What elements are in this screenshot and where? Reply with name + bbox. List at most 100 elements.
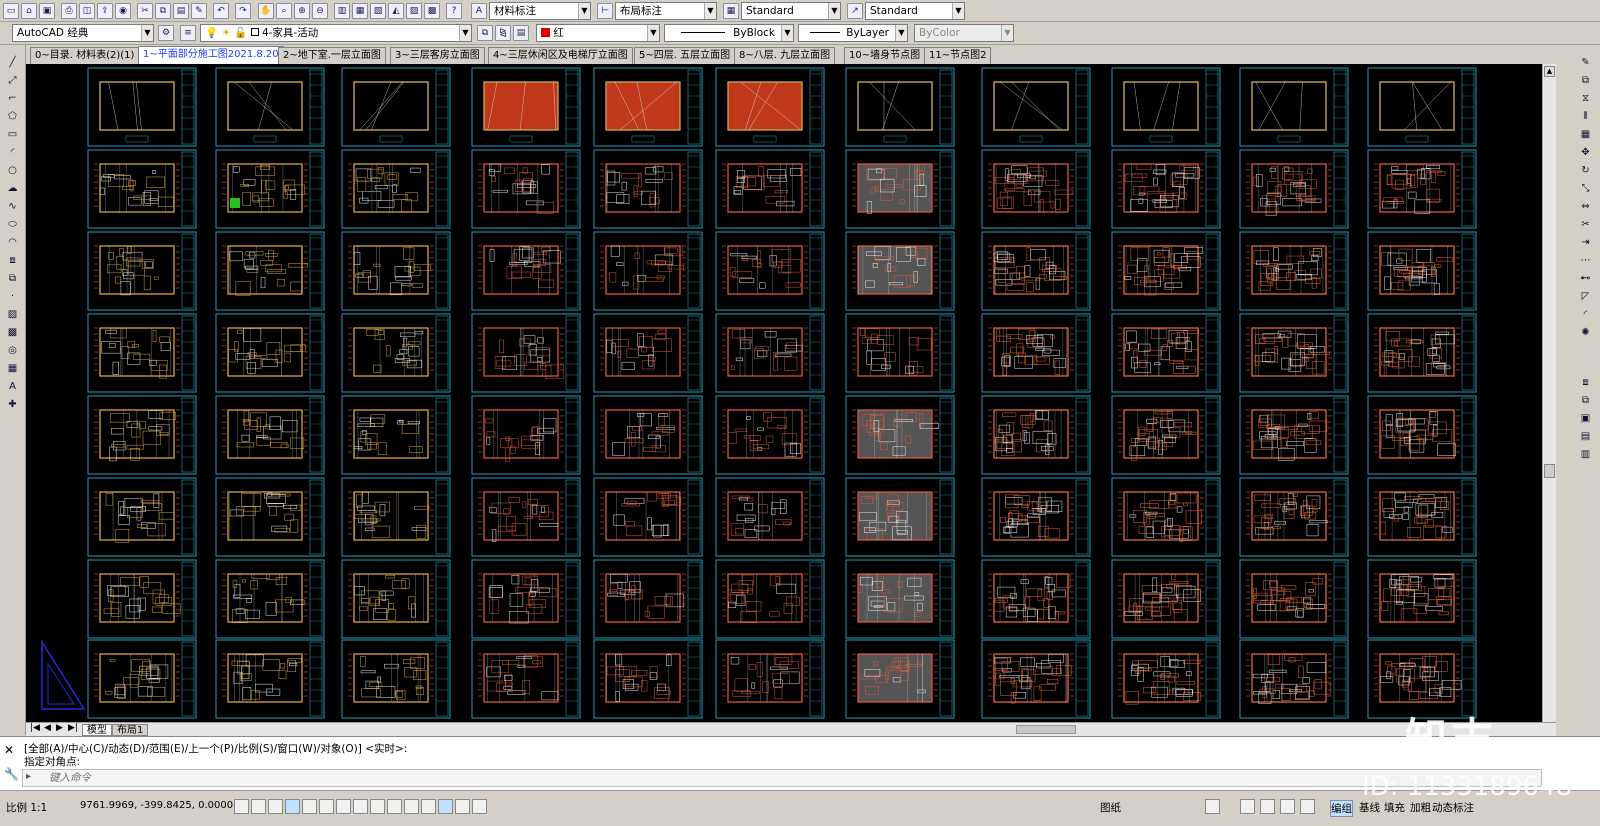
stretch-icon[interactable]: ⇔ — [1578, 199, 1593, 214]
drawing-sheet[interactable] — [593, 639, 703, 719]
drawing-sheet[interactable] — [1367, 559, 1477, 639]
drawing-sheet[interactable] — [471, 149, 581, 229]
move-icon[interactable]: ✥ — [1578, 145, 1593, 160]
drawing-sheet[interactable] — [87, 67, 197, 147]
properties-icon[interactable]: ▥ — [334, 3, 350, 19]
drawing-sheet[interactable] — [1239, 559, 1349, 639]
drawing-sheet[interactable] — [593, 395, 703, 475]
polyline-icon[interactable]: ⌐ — [5, 91, 20, 106]
drawing-sheet[interactable] — [341, 149, 451, 229]
drawing-sheet[interactable] — [593, 313, 703, 393]
drawing-sheet[interactable] — [593, 477, 703, 557]
drawing-sheet[interactable] — [341, 559, 451, 639]
chamfer-icon[interactable]: ◸ — [1578, 289, 1593, 304]
help-icon[interactable]: ? — [446, 3, 462, 19]
mtext-icon[interactable]: A — [5, 379, 20, 394]
vertical-scroll-thumb[interactable] — [1544, 464, 1555, 478]
drawing-sheet[interactable] — [845, 231, 955, 311]
ortho-mode-icon[interactable] — [285, 799, 300, 814]
object-snap-tracking-icon[interactable] — [353, 799, 368, 814]
close-icon[interactable]: ✕ — [4, 743, 14, 757]
make-current-layer-icon[interactable]: ⧉ — [477, 25, 493, 41]
tool-palettes-icon[interactable]: ▧ — [370, 3, 386, 19]
spline-icon[interactable]: ∿ — [5, 199, 20, 214]
construction-line-icon[interactable]: ⤢ — [5, 73, 20, 88]
layout1-tab[interactable]: 布局1 — [112, 724, 149, 736]
file-tab-5[interactable]: 5~四层. 五层立面图 — [634, 47, 736, 64]
drawing-sheet[interactable] — [1239, 313, 1349, 393]
drawing-sheet[interactable] — [1239, 231, 1349, 311]
save-icon[interactable]: ▣ — [39, 3, 55, 19]
drawing-sheet[interactable] — [1111, 395, 1221, 475]
drawing-sheet[interactable] — [215, 313, 325, 393]
pan-icon[interactable]: ✋ — [258, 3, 274, 19]
drawing-sheet[interactable] — [1367, 313, 1477, 393]
drawing-sheet[interactable] — [715, 559, 825, 639]
drawing-sheet[interactable] — [715, 395, 825, 475]
drawing-sheet[interactable] — [87, 559, 197, 639]
drawing-canvas[interactable] — [26, 64, 1542, 722]
drawing-sheet[interactable] — [715, 313, 825, 393]
drawing-sheet[interactable] — [1239, 67, 1349, 147]
drawing-sheet[interactable] — [1111, 231, 1221, 311]
drawing-sheet[interactable] — [471, 639, 581, 719]
revcloud-icon[interactable]: ☁ — [5, 181, 20, 196]
drawing-sheet[interactable] — [845, 559, 955, 639]
file-tab-0[interactable]: 0~目录. 材料表(2)(1) — [30, 47, 140, 64]
file-tab-1[interactable]: 1~平面部分施工图2021.8.20 — [138, 46, 284, 64]
drawing-sheet[interactable] — [471, 395, 581, 475]
break-icon[interactable]: ⋯ — [1578, 253, 1593, 268]
lineweight-select[interactable]: ByLayer ▼ — [798, 24, 908, 42]
zoom-previous-icon[interactable]: ⊖ — [312, 3, 328, 19]
drawing-sheet[interactable] — [715, 231, 825, 311]
drawing-sheet[interactable] — [215, 67, 325, 147]
quick-properties-icon[interactable] — [438, 799, 453, 814]
copy-object-icon[interactable]: ⧉ — [1578, 73, 1593, 88]
dynamic-input-icon[interactable] — [387, 799, 402, 814]
next-tab-icon[interactable]: ▶ — [56, 723, 63, 733]
layer-properties-icon[interactable]: ≡ — [180, 25, 196, 41]
drawing-sheet[interactable] — [87, 149, 197, 229]
vertical-scrollbar[interactable]: ▲ — [1542, 64, 1556, 722]
file-tab-3[interactable]: 3~三层客房立面图 — [390, 47, 485, 64]
point-icon[interactable]: · — [5, 289, 20, 304]
lineweight-toggle-icon[interactable] — [404, 799, 419, 814]
drawing-sheet[interactable] — [981, 639, 1091, 719]
erase-icon[interactable]: ✎ — [1578, 55, 1593, 70]
drawing-sheet[interactable] — [1239, 477, 1349, 557]
drawing-sheet[interactable] — [87, 231, 197, 311]
drawing-sheet[interactable] — [341, 395, 451, 475]
3d-dwf-icon[interactable]: ◉ — [115, 3, 131, 19]
status-baseline-toggle[interactable]: 基线 — [1359, 800, 1380, 815]
last-tab-icon[interactable]: ▶| — [68, 723, 78, 733]
drawing-sheet[interactable] — [1111, 639, 1221, 719]
rotate-icon[interactable]: ↻ — [1578, 163, 1593, 178]
selection-cycling-icon[interactable] — [455, 799, 470, 814]
scale-icon[interactable]: ⤡ — [1578, 181, 1593, 196]
drawing-sheet[interactable] — [845, 639, 955, 719]
add-selected-icon[interactable]: ✚ — [5, 397, 20, 412]
drawing-sheet[interactable] — [471, 477, 581, 557]
drawing-sheet[interactable] — [1239, 395, 1349, 475]
drawing-sheet[interactable] — [1367, 395, 1477, 475]
dim-style-icon[interactable]: ⊢ — [597, 3, 613, 19]
drawing-sheet[interactable] — [341, 231, 451, 311]
line-icon[interactable]: ╱ — [5, 55, 20, 70]
annotation-scale[interactable]: 比例 1:1 — [6, 800, 47, 815]
drawing-sheet[interactable] — [87, 313, 197, 393]
drawing-sheet[interactable] — [845, 67, 955, 147]
drawing-sheet[interactable] — [1239, 639, 1349, 719]
publish-icon[interactable]: ⇪ — [97, 3, 113, 19]
draworder-above-icon[interactable]: ▤ — [1578, 429, 1593, 444]
file-tab-4[interactable]: 4~三层休闲区及电梯厅立面图 — [488, 47, 633, 64]
drawing-sheet[interactable] — [87, 639, 197, 719]
drawing-sheet[interactable] — [471, 231, 581, 311]
gradient-icon[interactable]: ▩ — [5, 325, 20, 340]
drawing-sheet[interactable] — [981, 313, 1091, 393]
join-icon[interactable]: ⊷ — [1578, 271, 1593, 286]
drawing-sheet[interactable] — [715, 149, 825, 229]
print-icon[interactable]: ⎙ — [61, 3, 77, 19]
snap-mode-icon[interactable] — [251, 799, 266, 814]
text-style-select[interactable]: 材料标注 ▼ — [489, 2, 591, 20]
drawing-sheet[interactable] — [1111, 313, 1221, 393]
